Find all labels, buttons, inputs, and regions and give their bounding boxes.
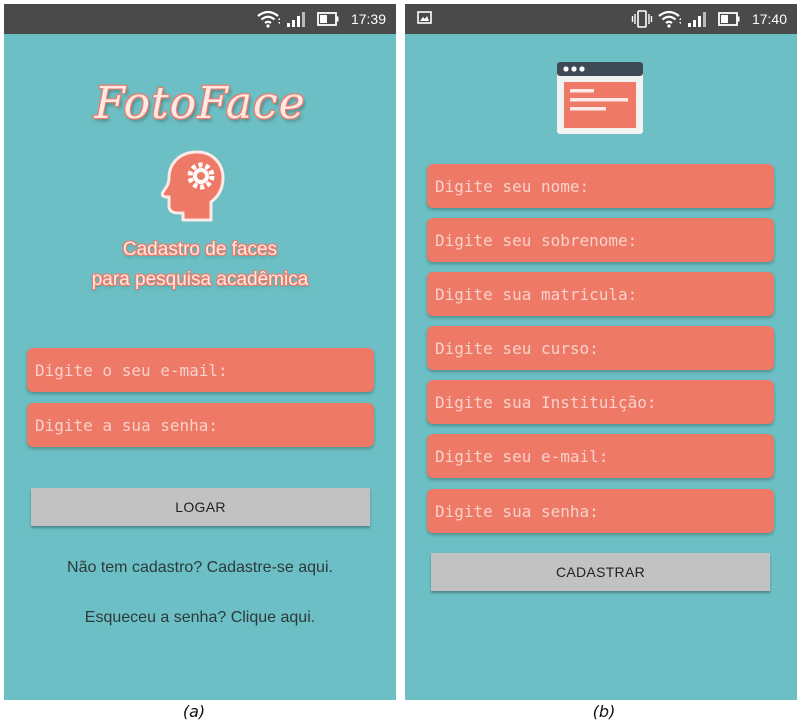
wifi-icon xyxy=(256,10,281,33)
email-field[interactable]: Digite o seu e-mail: xyxy=(27,348,374,392)
head-gear-icon xyxy=(160,148,227,229)
register-button[interactable]: CADASTRAR xyxy=(431,553,770,591)
email-field[interactable]: Digite seu e-mail: xyxy=(427,434,774,478)
tagline-line-2: para pesquisa acadêmica xyxy=(91,269,309,290)
status-bar: 17:40 xyxy=(405,4,797,34)
login-screen: 17:39 FotoFace Cadastro de faces para pe… xyxy=(4,4,396,700)
caption-a: (a) xyxy=(182,702,206,721)
forgot-password-link[interactable]: Esqueceu a senha? Clique aqui. xyxy=(4,609,396,627)
status-time: 17:40 xyxy=(751,11,787,27)
image-notification-icon xyxy=(417,10,433,31)
password-field[interactable]: Digite a sua senha: xyxy=(27,403,374,447)
battery-icon xyxy=(317,10,341,33)
caption-b: (b) xyxy=(592,702,616,721)
signal-icon xyxy=(286,10,308,33)
register-screen: 17:40 Digite seu nome: Digite seu sobren… xyxy=(405,4,797,700)
tagline-line-1: Cadastro de faces xyxy=(122,239,278,260)
wifi-icon xyxy=(657,10,682,33)
registration-number-field[interactable]: Digite sua matricula: xyxy=(427,272,774,316)
first-name-field[interactable]: Digite seu nome: xyxy=(427,164,774,208)
login-button[interactable]: LOGAR xyxy=(31,488,370,526)
battery-icon xyxy=(718,10,742,33)
course-field[interactable]: Digite seu curso: xyxy=(427,326,774,370)
status-time: 17:39 xyxy=(350,11,386,27)
password-field[interactable]: Digite sua senha: xyxy=(427,489,774,533)
status-bar: 17:39 xyxy=(4,4,396,34)
browser-window-icon xyxy=(556,61,644,140)
last-name-field[interactable]: Digite seu sobrenome: xyxy=(427,218,774,262)
app-title: FotoFace xyxy=(94,78,306,129)
signal-icon xyxy=(687,10,709,33)
vibrate-icon xyxy=(631,10,653,33)
register-link[interactable]: Não tem cadastro? Cadastre-se aqui. xyxy=(4,559,396,577)
institution-field[interactable]: Digite sua Instituição: xyxy=(427,380,774,424)
